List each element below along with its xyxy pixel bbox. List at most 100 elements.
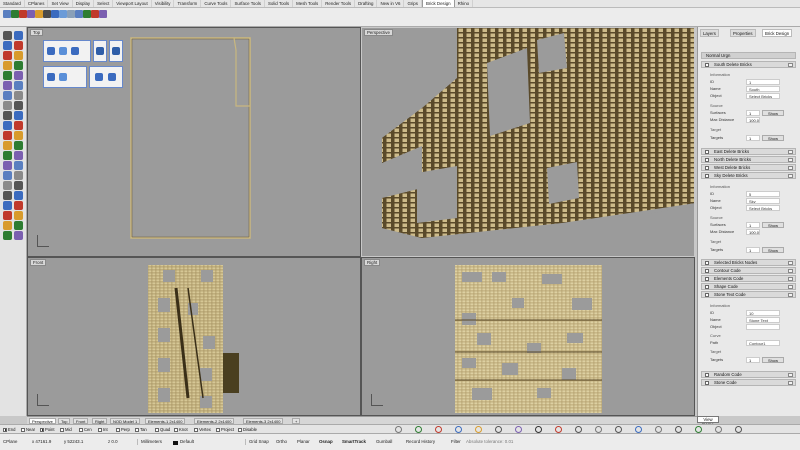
toolbar-tool-icon[interactable] [51,10,59,18]
gumball-tool-icon[interactable] [535,426,542,433]
toolbox-tool-icon[interactable] [3,141,12,150]
filter-toggle[interactable]: Filter [451,439,461,445]
toolbar-tool-icon[interactable] [67,10,75,18]
ribbon-tab-brick-design[interactable]: Brick Design [421,0,455,7]
gumball-toggle[interactable]: Gumball [376,439,392,445]
collapse-icon[interactable] [788,174,793,178]
section-checkbox[interactable] [705,63,709,67]
osnap-quad[interactable]: Quad [155,427,170,432]
gumball-tool-icon[interactable] [555,426,562,433]
units-label[interactable]: Millimeters [137,439,162,445]
ribbon-tab-set-view[interactable]: Set View [48,0,73,7]
brick-icon-1[interactable] [47,47,55,55]
record-history-toggle[interactable]: Record History [406,439,435,445]
toolbox-tool-icon[interactable] [3,131,12,140]
collapse-icon[interactable] [788,293,793,297]
section-checkbox[interactable] [705,277,709,281]
toolbox-tool-icon[interactable] [14,211,23,220]
collapse-icon[interactable] [788,285,793,289]
toolbox-tool-icon[interactable] [3,211,12,220]
toolbox-tool-icon[interactable] [14,231,23,240]
collapse-icon[interactable] [788,158,793,162]
toolbar-tool-icon[interactable] [35,10,43,18]
show-button[interactable]: Show [762,135,784,141]
toolbox-tool-icon[interactable] [3,81,12,90]
object-field[interactable]: Select Bricks [746,93,780,99]
ortho-toggle[interactable]: Ortho [276,439,287,445]
toolbox-tool-icon[interactable] [14,81,23,90]
toolbox-tool-icon[interactable] [14,31,23,40]
gumball-tool-icon[interactable] [515,426,522,433]
toolbox-tool-icon[interactable] [3,151,12,160]
brick-icon-2[interactable] [59,47,67,55]
collapse-icon[interactable] [788,269,793,273]
gumball-tool-icon[interactable] [455,426,462,433]
toolbar-tool-icon[interactable] [75,10,83,18]
ribbon-tab-surface-tools[interactable]: Surface Tools [231,0,265,7]
object-field[interactable]: Select Bricks [746,205,780,211]
targets-field[interactable]: 1 [746,357,760,363]
toolbox-tool-icon[interactable] [14,111,23,120]
gumball-tool-icon[interactable] [715,426,722,433]
front-viewport[interactable]: Front [27,257,361,416]
osnap-tan[interactable]: Tan [135,427,147,432]
osnap-project[interactable]: Project [216,427,234,432]
section-contour-code[interactable]: Contour Code [701,267,796,274]
gumball-tool-icon[interactable] [675,426,682,433]
toolbox-tool-icon[interactable] [14,51,23,60]
gumball-tool-icon[interactable] [635,426,642,433]
osnap-point[interactable]: Point [40,427,55,432]
name-field[interactable]: Stone Text [746,317,780,323]
ribbon-tab-curve-tools[interactable]: Curve Tools [201,0,232,7]
toolbox-tool-icon[interactable] [14,201,23,210]
toolbar-tool-icon[interactable] [83,10,91,18]
osnap-checkbox[interactable] [60,427,64,432]
toolbox-tool-icon[interactable] [14,171,23,180]
ribbon-tab-cplanes[interactable]: CPlanes [25,0,49,7]
osnap-checkbox[interactable] [21,427,25,432]
toolbox-tool-icon[interactable] [3,61,12,70]
toolbox-tool-icon[interactable] [3,171,12,180]
ribbon-tab-rhino[interactable]: Rhino [455,0,474,7]
toolbox-tool-icon[interactable] [3,201,12,210]
ribbon-tab-drafting[interactable]: Drafting [355,0,378,7]
section-checkbox[interactable] [705,150,709,154]
toolbox-tool-icon[interactable] [14,101,23,110]
toolbox-tool-icon[interactable] [3,231,12,240]
osnap-disable[interactable]: Disable [238,427,257,432]
osnap-checkbox[interactable] [98,427,102,432]
collapse-icon[interactable] [788,150,793,154]
brick-icon-5[interactable] [112,47,120,55]
toolbox-tool-icon[interactable] [3,121,12,130]
toolbox-tool-icon[interactable] [14,141,23,150]
brick-icon-7[interactable] [59,73,67,81]
ribbon-tab-standard[interactable]: Standard [0,0,25,7]
planar-toggle[interactable]: Planar [297,439,310,445]
toolbox-tool-icon[interactable] [14,131,23,140]
toolbox-tool-icon[interactable] [14,161,23,170]
smarttrack-toggle[interactable]: SmartTrack [342,439,366,445]
toolbox-tool-icon[interactable] [3,51,12,60]
toolbar-tool-icon[interactable] [27,10,35,18]
osnap-cen[interactable]: Cen [79,427,92,432]
max-distance-field[interactable]: 100.0 [746,117,760,123]
osnap-checkbox[interactable] [135,427,139,432]
ribbon-tab-viewport-layout[interactable]: Viewport Layout [113,0,152,7]
osnap-checkbox[interactable] [155,427,159,432]
osnap-near[interactable]: Near [21,427,35,432]
gumball-tool-icon[interactable] [575,426,582,433]
ribbon-tab-display[interactable]: Display [73,0,95,7]
collapse-icon[interactable] [788,166,793,170]
brick-icon-4[interactable] [96,47,104,55]
toolbox-tool-icon[interactable] [14,121,23,130]
toolbox-tool-icon[interactable] [14,151,23,160]
viewport-label-perspective[interactable]: Perspective [364,29,393,36]
name-field[interactable]: South [746,86,780,92]
osnap-perp[interactable]: Perp [116,427,130,432]
osnap-checkbox[interactable] [3,427,7,432]
toolbox-tool-icon[interactable] [3,41,12,50]
section-west-delete-bricks[interactable]: West Delete Bricks [701,164,796,171]
osnap-checkbox[interactable] [116,427,120,432]
brick-icon-8[interactable] [95,73,103,81]
osnap-checkbox[interactable] [79,427,83,432]
